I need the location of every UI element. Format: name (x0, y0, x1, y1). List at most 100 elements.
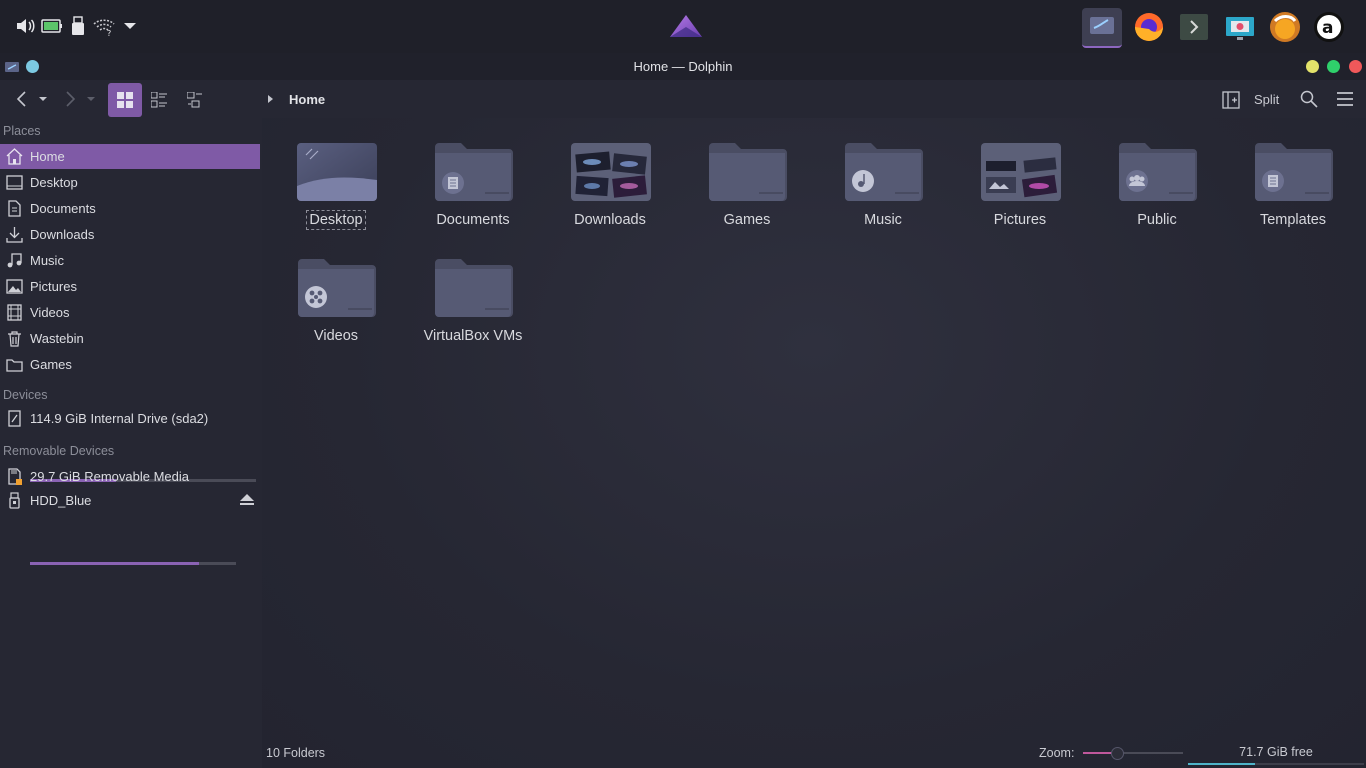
zoom-slider-handle[interactable] (1111, 747, 1124, 760)
documents-icon (8, 200, 21, 217)
details-view-button[interactable] (178, 83, 212, 117)
app-launcher-icon[interactable] (668, 13, 704, 41)
devices-heading: Devices (3, 388, 48, 402)
folder-music[interactable]: Music (818, 141, 948, 251)
sidebar-item-downloads[interactable]: Downloads (0, 222, 260, 247)
grid-icon (117, 92, 133, 108)
videos-folder-icon (298, 259, 376, 317)
folder-count: 10 Folders (266, 746, 326, 760)
volume-icon[interactable] (14, 14, 38, 38)
item-label: Public (1137, 212, 1177, 228)
wifi-icon[interactable]: ? (92, 14, 116, 38)
sidebar-item-internal-drive[interactable]: 114.9 GiB Internal Drive (sda2) (0, 406, 260, 431)
dolphin-window: Home — Dolphin Home Split Places Home De… (0, 53, 1366, 768)
templates-folder-icon (1255, 143, 1333, 201)
folder-documents[interactable]: Documents (408, 141, 538, 251)
home-icon (6, 148, 23, 165)
folder-virtualbox-vms[interactable]: VirtualBox VMs (408, 257, 538, 367)
folder-templates[interactable]: Templates (1228, 141, 1358, 251)
toolbar: Home Split (0, 80, 1366, 118)
dolphin-task-icon[interactable] (1082, 8, 1122, 48)
desktop-icon (6, 175, 23, 190)
anydesk-icon[interactable]: a (1309, 8, 1349, 46)
breadcrumb-home[interactable]: Home (289, 92, 325, 107)
removable-devices-heading: Removable Devices (3, 444, 115, 458)
title-bar[interactable]: Home — Dolphin (0, 53, 1366, 80)
item-label: VirtualBox VMs (423, 328, 523, 344)
back-button[interactable] (14, 90, 50, 108)
user-avatar-icon[interactable] (1265, 8, 1305, 46)
music-icon (7, 253, 22, 268)
terminal-icon[interactable] (1174, 8, 1214, 46)
sidebar-item-label: Downloads (30, 227, 95, 242)
downloads-icon (6, 227, 23, 243)
sidebar-item-wastebin[interactable]: Wastebin (0, 326, 260, 351)
minimize-button[interactable] (1306, 60, 1319, 73)
sidebar-item-hdd-blue[interactable]: HDD_Blue (0, 488, 260, 513)
sidebar-item-label: Home (30, 149, 65, 164)
folder-downloads[interactable]: Downloads (545, 141, 675, 251)
eject-icon[interactable] (240, 494, 254, 506)
free-space-label: 71.7 GiB free (1239, 745, 1313, 759)
sidebar-item-label: 114.9 GiB Internal Drive (sda2) (30, 411, 209, 426)
folder-public[interactable]: Public (1092, 141, 1222, 251)
svg-text:?: ? (107, 29, 111, 38)
details-list-icon (187, 92, 202, 108)
folder-videos[interactable]: Videos (271, 257, 401, 367)
screenshot-icon[interactable] (1220, 8, 1260, 46)
folder-pictures[interactable]: Pictures (955, 141, 1085, 251)
sidebar-item-home[interactable]: Home (0, 144, 260, 169)
sidebar-item-videos[interactable]: Videos (0, 300, 260, 325)
chevron-down-icon[interactable] (118, 14, 142, 38)
sd-card-icon (8, 468, 22, 485)
icons-view-button[interactable] (108, 83, 142, 117)
sidebar-item-label: Desktop (30, 175, 78, 190)
documents-folder-icon (435, 143, 513, 201)
hamburger-menu-icon[interactable] (1336, 91, 1354, 107)
wastebin-icon (8, 331, 21, 347)
folder-desktop[interactable]: Desktop (271, 141, 401, 251)
hdd-blue-usage-bar (30, 562, 236, 565)
sidebar-item-label: HDD_Blue (30, 493, 92, 508)
public-folder-icon (1119, 143, 1197, 201)
sidebar-item-documents[interactable]: Documents (0, 196, 260, 221)
folder-icon (709, 143, 787, 201)
sidebar-item-pictures[interactable]: Pictures (0, 274, 260, 299)
sidebar-item-removable-media[interactable]: 29.7 GiB Removable Media (0, 464, 260, 489)
split-button[interactable]: Split (1222, 89, 1284, 111)
file-view[interactable]: Desktop Documents Downloads Games Music … (262, 118, 1366, 768)
removable-device-icon[interactable] (66, 14, 90, 38)
battery-icon[interactable] (40, 14, 64, 38)
music-folder-icon (845, 143, 923, 201)
videos-icon (7, 304, 22, 321)
breadcrumb-arrow-icon[interactable] (267, 95, 275, 103)
firefox-icon[interactable] (1129, 8, 1169, 46)
downloads-folder-icon (571, 143, 651, 201)
folder-icon (435, 259, 513, 317)
pictures-folder-icon (981, 143, 1061, 201)
split-view-icon (1222, 91, 1240, 109)
desktop-folder-icon (297, 143, 377, 201)
sidebar-item-label: Pictures (30, 279, 77, 294)
search-icon[interactable] (1300, 90, 1318, 108)
sidebar-item-music[interactable]: Music (0, 248, 260, 273)
close-button[interactable] (1349, 60, 1362, 73)
compact-view-button[interactable] (142, 83, 176, 117)
forward-button[interactable] (62, 90, 98, 108)
free-space-indicator[interactable]: 71.7 GiB free (1188, 743, 1364, 765)
item-label: Music (864, 212, 902, 228)
games-icon (6, 359, 23, 372)
sidebar-item-label: Games (30, 357, 72, 372)
maximize-button[interactable] (1327, 60, 1340, 73)
item-label: Templates (1259, 212, 1327, 228)
folder-games[interactable]: Games (682, 141, 812, 251)
status-bar: 10 Folders Zoom: 71.7 GiB free (262, 741, 1366, 768)
usb-drive-icon (9, 492, 20, 509)
zoom-slider[interactable] (1083, 747, 1183, 760)
split-label: Split (1254, 92, 1280, 107)
svg-text:a: a (1322, 18, 1333, 38)
sidebar-item-desktop[interactable]: Desktop (0, 170, 260, 195)
places-heading: Places (3, 124, 41, 138)
window-title: Home — Dolphin (633, 59, 733, 74)
sidebar-item-games[interactable]: Games (0, 352, 260, 377)
